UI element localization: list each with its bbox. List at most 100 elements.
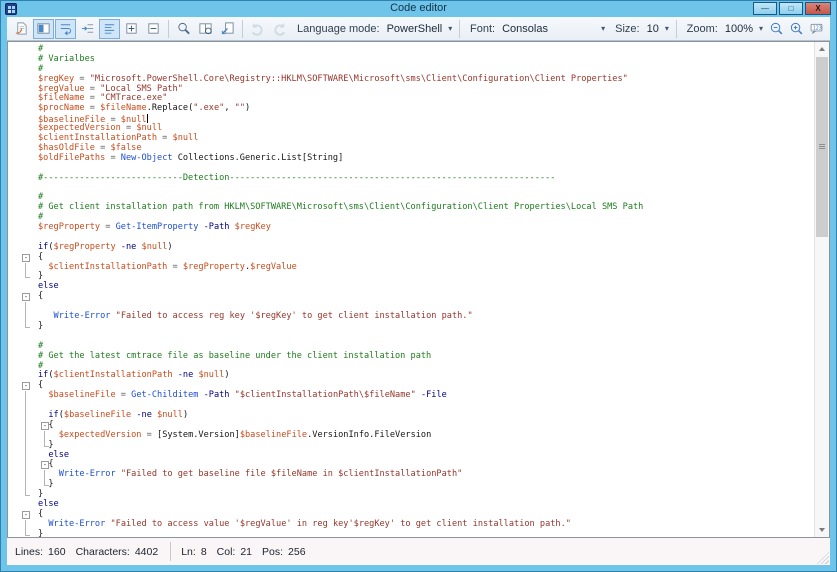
fold-bar-marker bbox=[25, 401, 26, 411]
size-value: 10 bbox=[647, 23, 659, 35]
editor-pane[interactable]: ## Varialbes#$regKey = "Microsoft.PowerS… bbox=[7, 41, 830, 538]
zoom-out-icon[interactable] bbox=[767, 19, 786, 39]
font-value: Consolas bbox=[502, 23, 548, 35]
find-icon[interactable] bbox=[173, 19, 194, 39]
language-mode-value: PowerShell bbox=[387, 23, 443, 35]
undo-icon bbox=[247, 19, 268, 39]
code-line: $procName = $fileName.Replace(".exe", ""… bbox=[8, 104, 814, 114]
triangle-down-icon bbox=[819, 528, 825, 532]
find-replace-icon[interactable] bbox=[195, 19, 216, 39]
status-line-number: Ln:8 bbox=[181, 546, 206, 558]
minimize-button[interactable]: — bbox=[753, 2, 777, 15]
statusbar: Lines:160 Characters:4402 Ln:8 Col:21 Po… bbox=[7, 538, 830, 565]
fold-open-marker[interactable]: - bbox=[22, 382, 30, 390]
align-left-icon[interactable] bbox=[99, 19, 120, 39]
fold-bar-marker bbox=[25, 302, 26, 312]
zoom-select[interactable]: 100% ▾ bbox=[722, 22, 766, 36]
code-line: $expectedVersion = [System.Version]$base… bbox=[8, 431, 814, 441]
code-line: Write-Error "Failed to access value '$re… bbox=[8, 520, 814, 530]
code-lines[interactable]: ## Varialbes#$regKey = "Microsoft.PowerS… bbox=[8, 42, 814, 537]
code-line: Write-Error "Failed to access reg key '$… bbox=[8, 312, 814, 322]
fold-bar-marker bbox=[25, 411, 26, 421]
redo-icon bbox=[269, 19, 290, 39]
code-line: } bbox=[8, 272, 814, 282]
close-button[interactable]: X bbox=[805, 2, 831, 15]
titlebar: Code editor — □ X bbox=[1, 1, 836, 17]
zoom-value: 100% bbox=[725, 23, 753, 35]
chevron-down-icon: ▾ bbox=[601, 24, 605, 33]
new-script-icon[interactable] bbox=[11, 19, 32, 39]
svg-text:123: 123 bbox=[813, 26, 822, 32]
code-line: $baselineFile = Get-Childitem -Path "$cl… bbox=[8, 391, 814, 401]
fold-open-marker[interactable]: - bbox=[41, 422, 49, 430]
scroll-down-button[interactable] bbox=[815, 523, 829, 537]
fold-bar-marker bbox=[25, 460, 26, 470]
status-lines: Lines:160 bbox=[15, 546, 66, 558]
line-balloon-icon[interactable]: 123 bbox=[807, 19, 826, 39]
zoom-in-icon[interactable] bbox=[787, 19, 806, 39]
fold-open-marker[interactable]: - bbox=[22, 293, 30, 301]
code-line: } bbox=[8, 490, 814, 500]
code-line: Write-Error "Failed to get baseline file… bbox=[8, 470, 814, 480]
code-line: $oldFilePaths = New-Object Collections.G… bbox=[8, 154, 814, 164]
code-line: $regProperty = Get-ItemProperty -Path $r… bbox=[8, 223, 814, 233]
show-panel-icon[interactable] bbox=[33, 19, 54, 39]
code-line: if($baselineFile -ne $null) bbox=[8, 411, 814, 421]
scrollbar-thumb[interactable] bbox=[816, 57, 828, 237]
fold-bar-marker bbox=[25, 263, 26, 273]
fold-end-marker bbox=[44, 441, 49, 447]
code-line: if($regProperty -ne $null) bbox=[8, 243, 814, 253]
fold-end-marker bbox=[25, 322, 30, 328]
font-select[interactable]: Consolas ▾ bbox=[499, 22, 608, 36]
window-title: Code editor bbox=[390, 2, 447, 14]
fold-open-marker[interactable]: - bbox=[22, 511, 30, 519]
status-column: Col:21 bbox=[217, 546, 252, 558]
code-line: else bbox=[8, 282, 814, 292]
code-editor-window: Code editor — □ X Language mode: PowerSh… bbox=[0, 0, 837, 572]
fold-end-marker bbox=[25, 530, 30, 536]
fold-end-marker bbox=[44, 480, 49, 486]
code-line: if($clientInstallationPath -ne $null) bbox=[8, 371, 814, 381]
code-line: } bbox=[8, 441, 814, 451]
status-characters: Characters:4402 bbox=[76, 546, 159, 558]
chevron-down-icon: ▾ bbox=[759, 24, 763, 33]
toolbar-icons bbox=[11, 19, 290, 39]
toolbar-separator bbox=[242, 20, 243, 38]
fold-bar-marker bbox=[25, 480, 26, 490]
code-line: # Get client installation path from HKLM… bbox=[8, 203, 814, 213]
language-mode-select[interactable]: PowerShell ▾ bbox=[384, 22, 456, 36]
code-line: else bbox=[8, 500, 814, 510]
code-line: -{ bbox=[8, 292, 814, 302]
size-select[interactable]: 10 ▾ bbox=[644, 22, 672, 36]
code-line: } bbox=[8, 480, 814, 490]
code-line: } bbox=[8, 530, 814, 537]
language-mode-label: Language mode: bbox=[297, 23, 380, 35]
fold-bar-marker bbox=[25, 312, 26, 322]
maximize-button[interactable]: □ bbox=[779, 2, 803, 15]
indent-icon[interactable] bbox=[77, 19, 98, 39]
goto-icon[interactable] bbox=[217, 19, 238, 39]
word-wrap-icon[interactable] bbox=[55, 19, 76, 39]
code-line: #---------------------------Detection---… bbox=[8, 174, 814, 184]
fold-bar-marker bbox=[25, 421, 26, 431]
code-line: # Varialbes bbox=[8, 55, 814, 65]
toolbar-separator bbox=[168, 20, 169, 38]
code-line: # Get the latest cmtrace file as baselin… bbox=[8, 352, 814, 362]
fold-open-marker[interactable]: - bbox=[22, 254, 30, 262]
font-label: Font: bbox=[470, 23, 495, 35]
status-separator bbox=[170, 542, 171, 561]
code-line bbox=[8, 332, 814, 342]
vertical-scrollbar[interactable] bbox=[814, 42, 829, 537]
expand-outlining-icon[interactable] bbox=[121, 19, 142, 39]
code-line: $clientInstallationPath = $regProperty.$… bbox=[8, 263, 814, 273]
scroll-up-button[interactable] bbox=[815, 42, 829, 56]
toolbar: Language mode: PowerShell ▾ Font: Consol… bbox=[7, 17, 830, 41]
fold-open-marker[interactable]: - bbox=[41, 461, 49, 469]
chevron-down-icon: ▾ bbox=[665, 24, 669, 33]
status-position: Pos:256 bbox=[262, 546, 306, 558]
collapse-outlining-icon[interactable] bbox=[143, 19, 164, 39]
triangle-up-icon bbox=[819, 47, 825, 51]
zoom-label: Zoom: bbox=[687, 23, 718, 35]
code-line: else bbox=[8, 451, 814, 461]
chevron-down-icon: ▾ bbox=[448, 24, 452, 33]
